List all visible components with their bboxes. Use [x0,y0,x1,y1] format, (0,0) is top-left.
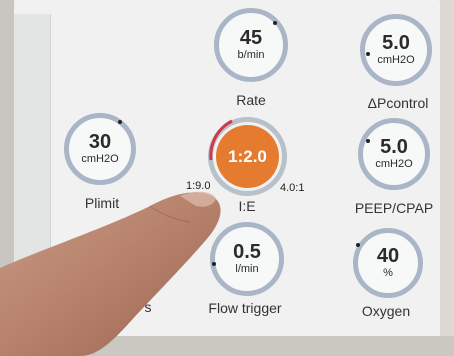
pointing-finger-image [0,191,221,356]
